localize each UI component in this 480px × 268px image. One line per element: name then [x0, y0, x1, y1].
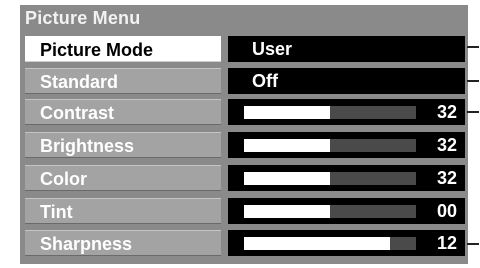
- level-bar-fill: [244, 237, 391, 250]
- menu-row-number: 32: [436, 135, 457, 155]
- menu-row-label: Standard: [25, 68, 221, 94]
- menu-row-value-box[interactable]: 32: [228, 165, 465, 191]
- menu-row-color[interactable]: Color 32: [25, 165, 465, 191]
- menu-row-contrast[interactable]: Contrast 32: [25, 99, 465, 125]
- menu-row-value-box[interactable]: 32: [228, 132, 465, 158]
- level-bar-track[interactable]: [244, 205, 416, 218]
- level-bar-track[interactable]: [244, 139, 416, 152]
- menu-row-value: Off: [252, 71, 278, 91]
- menu-row-number: 00: [436, 201, 457, 221]
- menu-row-label: Color: [25, 165, 221, 191]
- menu-row-label: Sharpness: [25, 230, 221, 256]
- leader-mark: [467, 243, 479, 245]
- menu-row-label: Brightness: [25, 132, 221, 158]
- menu-row-standard[interactable]: Standard Off: [25, 68, 465, 94]
- menu-row-label: Picture Mode: [25, 36, 221, 62]
- level-bar-track[interactable]: [244, 237, 416, 250]
- leader-mark: [467, 46, 479, 48]
- menu-row-label: Tint: [25, 198, 221, 224]
- menu-row-value-box[interactable]: 12: [228, 230, 465, 256]
- menu-row-number: 12: [436, 233, 457, 253]
- menu-title: Picture Menu: [25, 8, 141, 28]
- menu-row-value-box[interactable]: 32: [228, 99, 465, 125]
- level-bar-track[interactable]: [244, 106, 416, 119]
- menu-row-number: 32: [436, 102, 457, 122]
- level-bar-fill: [244, 172, 330, 185]
- leader-mark: [467, 111, 479, 113]
- menu-row-number: 32: [436, 168, 457, 188]
- menu-row-value-box[interactable]: 00: [228, 198, 465, 224]
- level-bar-fill: [244, 106, 330, 119]
- level-bar-fill: [244, 139, 330, 152]
- menu-row-label: Contrast: [25, 99, 221, 125]
- menu-row-value-box[interactable]: User: [228, 36, 465, 62]
- menu-row-value: User: [252, 39, 293, 59]
- level-bar-fill: [244, 205, 330, 218]
- menu-row-sharpness[interactable]: Sharpness 12: [25, 230, 465, 256]
- level-bar-track[interactable]: [244, 172, 416, 185]
- menu-row-brightness[interactable]: Brightness 32: [25, 132, 465, 158]
- menu-row-tint[interactable]: Tint 00: [25, 198, 465, 224]
- menu-row-value-box[interactable]: Off: [228, 68, 465, 94]
- leader-mark: [467, 80, 479, 82]
- menu-row-picture-mode[interactable]: Picture Mode User: [25, 36, 465, 62]
